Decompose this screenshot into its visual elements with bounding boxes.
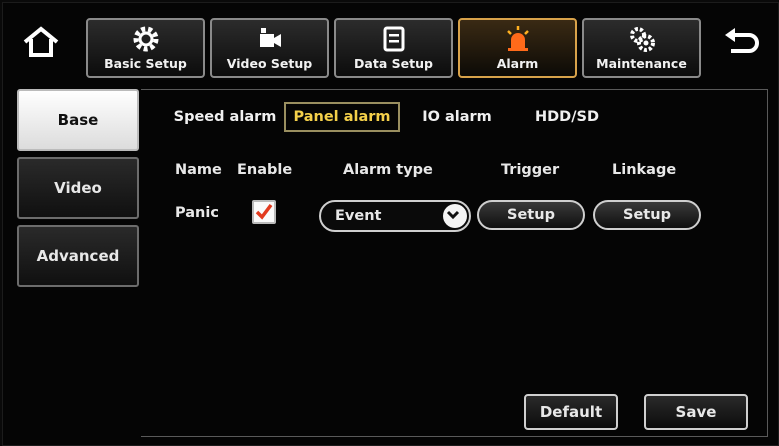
menu-basic-setup[interactable]: Basic Setup [86, 18, 205, 78]
menu-maintenance-label: Maintenance [596, 56, 687, 71]
alarm-siren-icon [506, 26, 529, 51]
trigger-setup-button[interactable]: Setup [477, 200, 585, 230]
menu-video-setup-label: Video Setup [226, 56, 313, 71]
subtab-hdd-sd[interactable]: HDD/SD [517, 102, 617, 132]
checkmark-icon [255, 203, 273, 220]
header-trigger: Trigger [501, 162, 560, 178]
settings-screen: Basic Setup Video Setup Data Setup Alarm… [2, 2, 779, 446]
panel-alarm-content: Speed alarm Panel alarm IO alarm HDD/SD … [141, 89, 768, 437]
header-enable: Enable [237, 162, 293, 178]
side-tab-base[interactable]: Base [17, 89, 139, 151]
maintenance-gears-icon [629, 27, 655, 52]
side-tab-video-label: Video [54, 179, 102, 197]
side-tab-advanced-label: Advanced [36, 247, 120, 265]
subtab-speed-alarm-label: Speed alarm [173, 109, 277, 125]
subtab-panel-alarm-label: Panel alarm [293, 109, 391, 125]
menu-alarm-label: Alarm [496, 56, 539, 71]
row-name-panic: Panic [175, 205, 219, 221]
header-alarm-type: Alarm type [343, 162, 433, 178]
side-tab-advanced[interactable]: Advanced [17, 225, 139, 287]
save-button[interactable]: Save [644, 394, 748, 430]
side-tab-base-label: Base [57, 111, 99, 129]
header-name: Name [175, 162, 222, 178]
trigger-setup-label: Setup [507, 207, 555, 223]
menu-alarm[interactable]: Alarm [458, 18, 577, 78]
menu-maintenance[interactable]: Maintenance [582, 18, 701, 78]
subtab-hdd-sd-label: HDD/SD [535, 109, 599, 125]
enable-checkbox[interactable] [252, 200, 276, 224]
home-icon [23, 26, 59, 57]
alarm-type-value: Event [335, 208, 382, 224]
linkage-setup-label: Setup [623, 207, 671, 223]
subtab-speed-alarm[interactable]: Speed alarm [167, 102, 283, 132]
menu-data-setup-label: Data Setup [354, 56, 433, 71]
subtab-panel-alarm[interactable]: Panel alarm [284, 102, 400, 132]
default-button[interactable]: Default [524, 394, 618, 430]
video-camera-icon [259, 28, 281, 47]
menu-video-setup[interactable]: Video Setup [210, 18, 329, 78]
back-arrow-icon [725, 28, 759, 53]
linkage-setup-button[interactable]: Setup [593, 200, 701, 230]
subtab-io-alarm[interactable]: IO alarm [411, 102, 503, 132]
alarm-type-select[interactable]: Event [319, 200, 471, 232]
subtab-io-alarm-label: IO alarm [422, 109, 492, 125]
gear-icon [133, 26, 158, 52]
save-button-label: Save [675, 403, 717, 421]
default-button-label: Default [539, 403, 603, 421]
menu-basic-setup-label: Basic Setup [104, 56, 187, 71]
chevron-down-icon [446, 210, 460, 220]
home-button[interactable] [21, 25, 61, 59]
data-panel-icon [383, 26, 404, 52]
menu-data-setup[interactable]: Data Setup [334, 18, 453, 78]
top-menu-bar: Basic Setup Video Setup Data Setup Alarm… [3, 3, 778, 89]
header-linkage: Linkage [612, 162, 677, 178]
alarm-type-dropdown-button[interactable] [443, 204, 467, 228]
side-tab-video[interactable]: Video [17, 157, 139, 219]
back-button[interactable] [721, 25, 761, 59]
